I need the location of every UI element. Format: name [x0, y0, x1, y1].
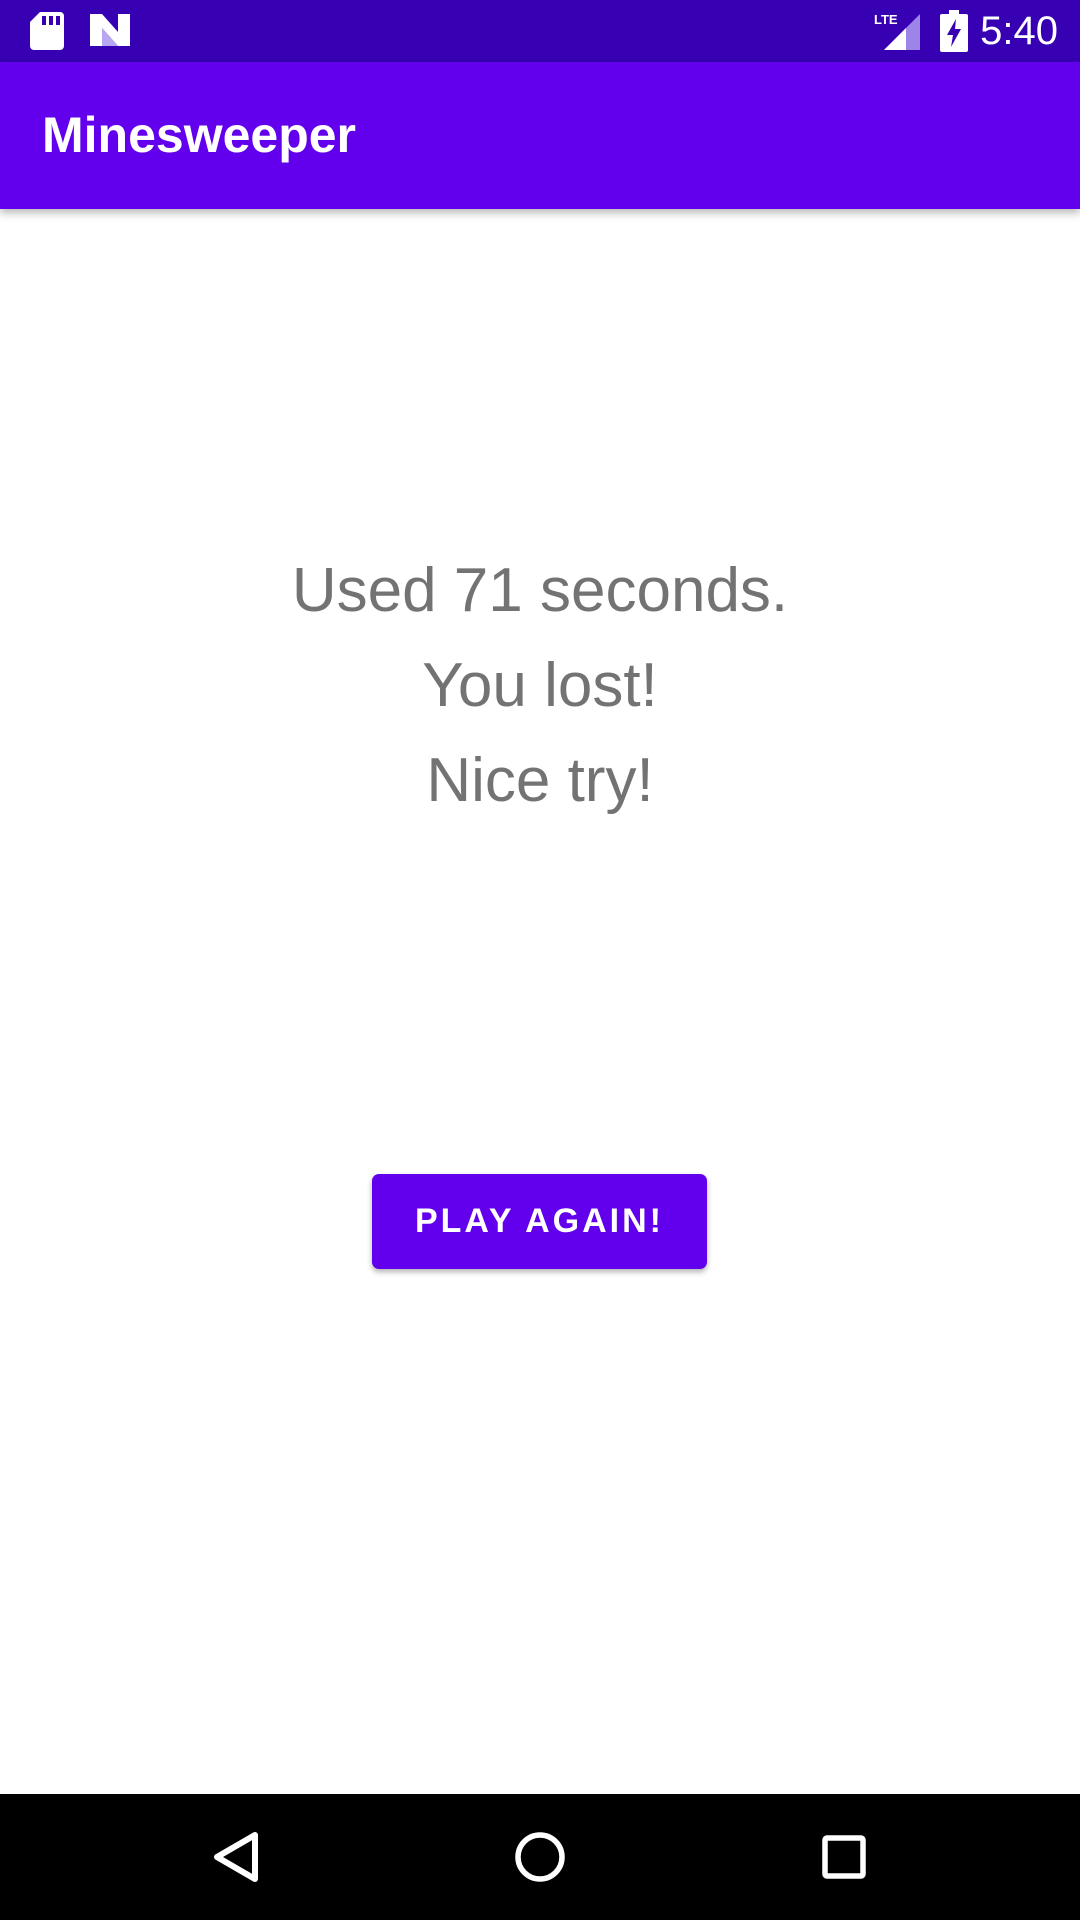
encouragement-text: Nice try!	[426, 746, 654, 815]
battery-charging-icon	[940, 10, 968, 52]
recents-button[interactable]	[804, 1817, 884, 1897]
navigation-bar	[0, 1794, 1080, 1920]
status-bar: LTE 5:40	[0, 0, 1080, 62]
n-notification-icon	[90, 14, 130, 46]
time-used-text: Used 71 seconds.	[291, 556, 789, 625]
app-title: Minesweeper	[42, 107, 357, 163]
back-button[interactable]	[196, 1817, 276, 1897]
result-message: Used 71 seconds. You lost! Nice try!	[0, 548, 1080, 833]
sd-card-icon	[30, 12, 64, 50]
recents-icon	[822, 1835, 866, 1879]
home-icon	[515, 1832, 565, 1882]
back-icon	[214, 1832, 258, 1882]
outcome-text: You lost!	[422, 651, 658, 720]
lte-signal-icon: LTE	[874, 12, 920, 50]
lte-label: LTE	[874, 12, 898, 27]
home-button[interactable]	[500, 1817, 580, 1897]
app-bar: Minesweeper	[0, 62, 1080, 209]
status-clock: 5:40	[980, 9, 1058, 53]
play-again-button[interactable]: PLAY AGAIN!	[372, 1174, 707, 1269]
